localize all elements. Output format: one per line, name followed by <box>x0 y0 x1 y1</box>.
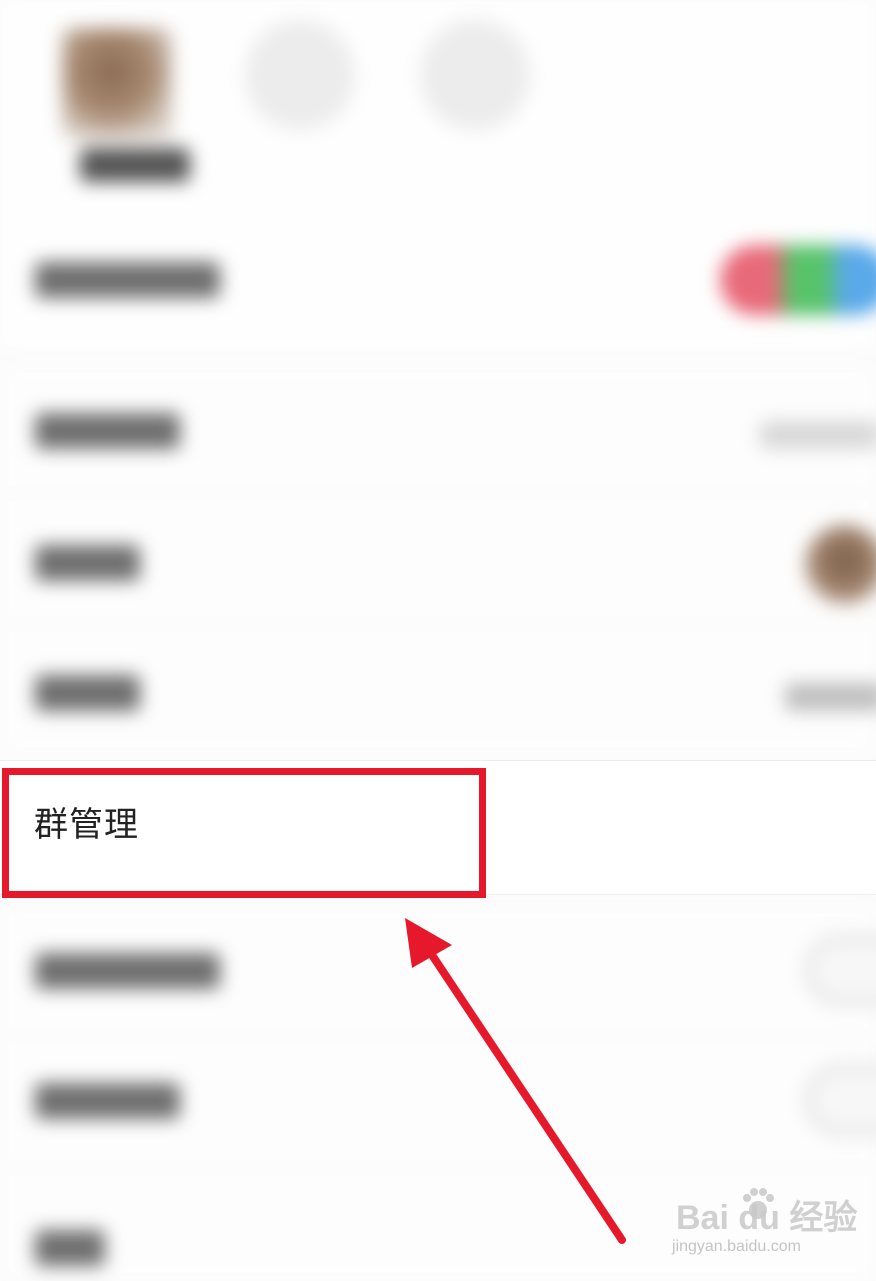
watermark-brand: Bai du 经验 <box>676 1199 858 1237</box>
divider <box>0 1035 876 1036</box>
member-avatar[interactable] <box>62 28 172 138</box>
info-section <box>0 365 876 755</box>
group-notice-label-blurred <box>35 675 140 711</box>
members-section <box>0 0 876 350</box>
divider <box>0 623 876 624</box>
remove-member-button[interactable] <box>420 20 530 130</box>
mute-notifications-toggle[interactable] <box>805 935 876 1005</box>
member-name-blurred <box>80 148 190 182</box>
watermark-url: jingyan.baidu.com <box>672 1238 801 1255</box>
divider <box>0 1167 876 1168</box>
group-name-value-blurred <box>760 421 876 449</box>
mute-notifications-label-blurred <box>35 953 220 989</box>
add-member-button[interactable] <box>245 20 355 130</box>
group-apps-icons[interactable] <box>720 245 876 315</box>
divider <box>0 493 876 494</box>
next-row-label-blurred <box>35 1230 105 1266</box>
group-notice-value-blurred <box>785 683 876 711</box>
screen: 群管理 Bai du 经验 jingyan.baidu.com <box>0 0 876 1281</box>
baidu-jingyan-watermark: Bai du 经验 jingyan.baidu.com <box>668 1186 868 1266</box>
group-name-label-blurred <box>35 413 180 449</box>
pin-chat-toggle[interactable] <box>805 1065 876 1135</box>
group-qrcode-label-blurred <box>35 545 140 581</box>
group-qrcode-thumbnail[interactable] <box>805 525 876 605</box>
group-apps-label-blurred <box>35 262 220 298</box>
highlight-box <box>2 768 486 898</box>
pin-chat-label-blurred <box>35 1083 180 1119</box>
